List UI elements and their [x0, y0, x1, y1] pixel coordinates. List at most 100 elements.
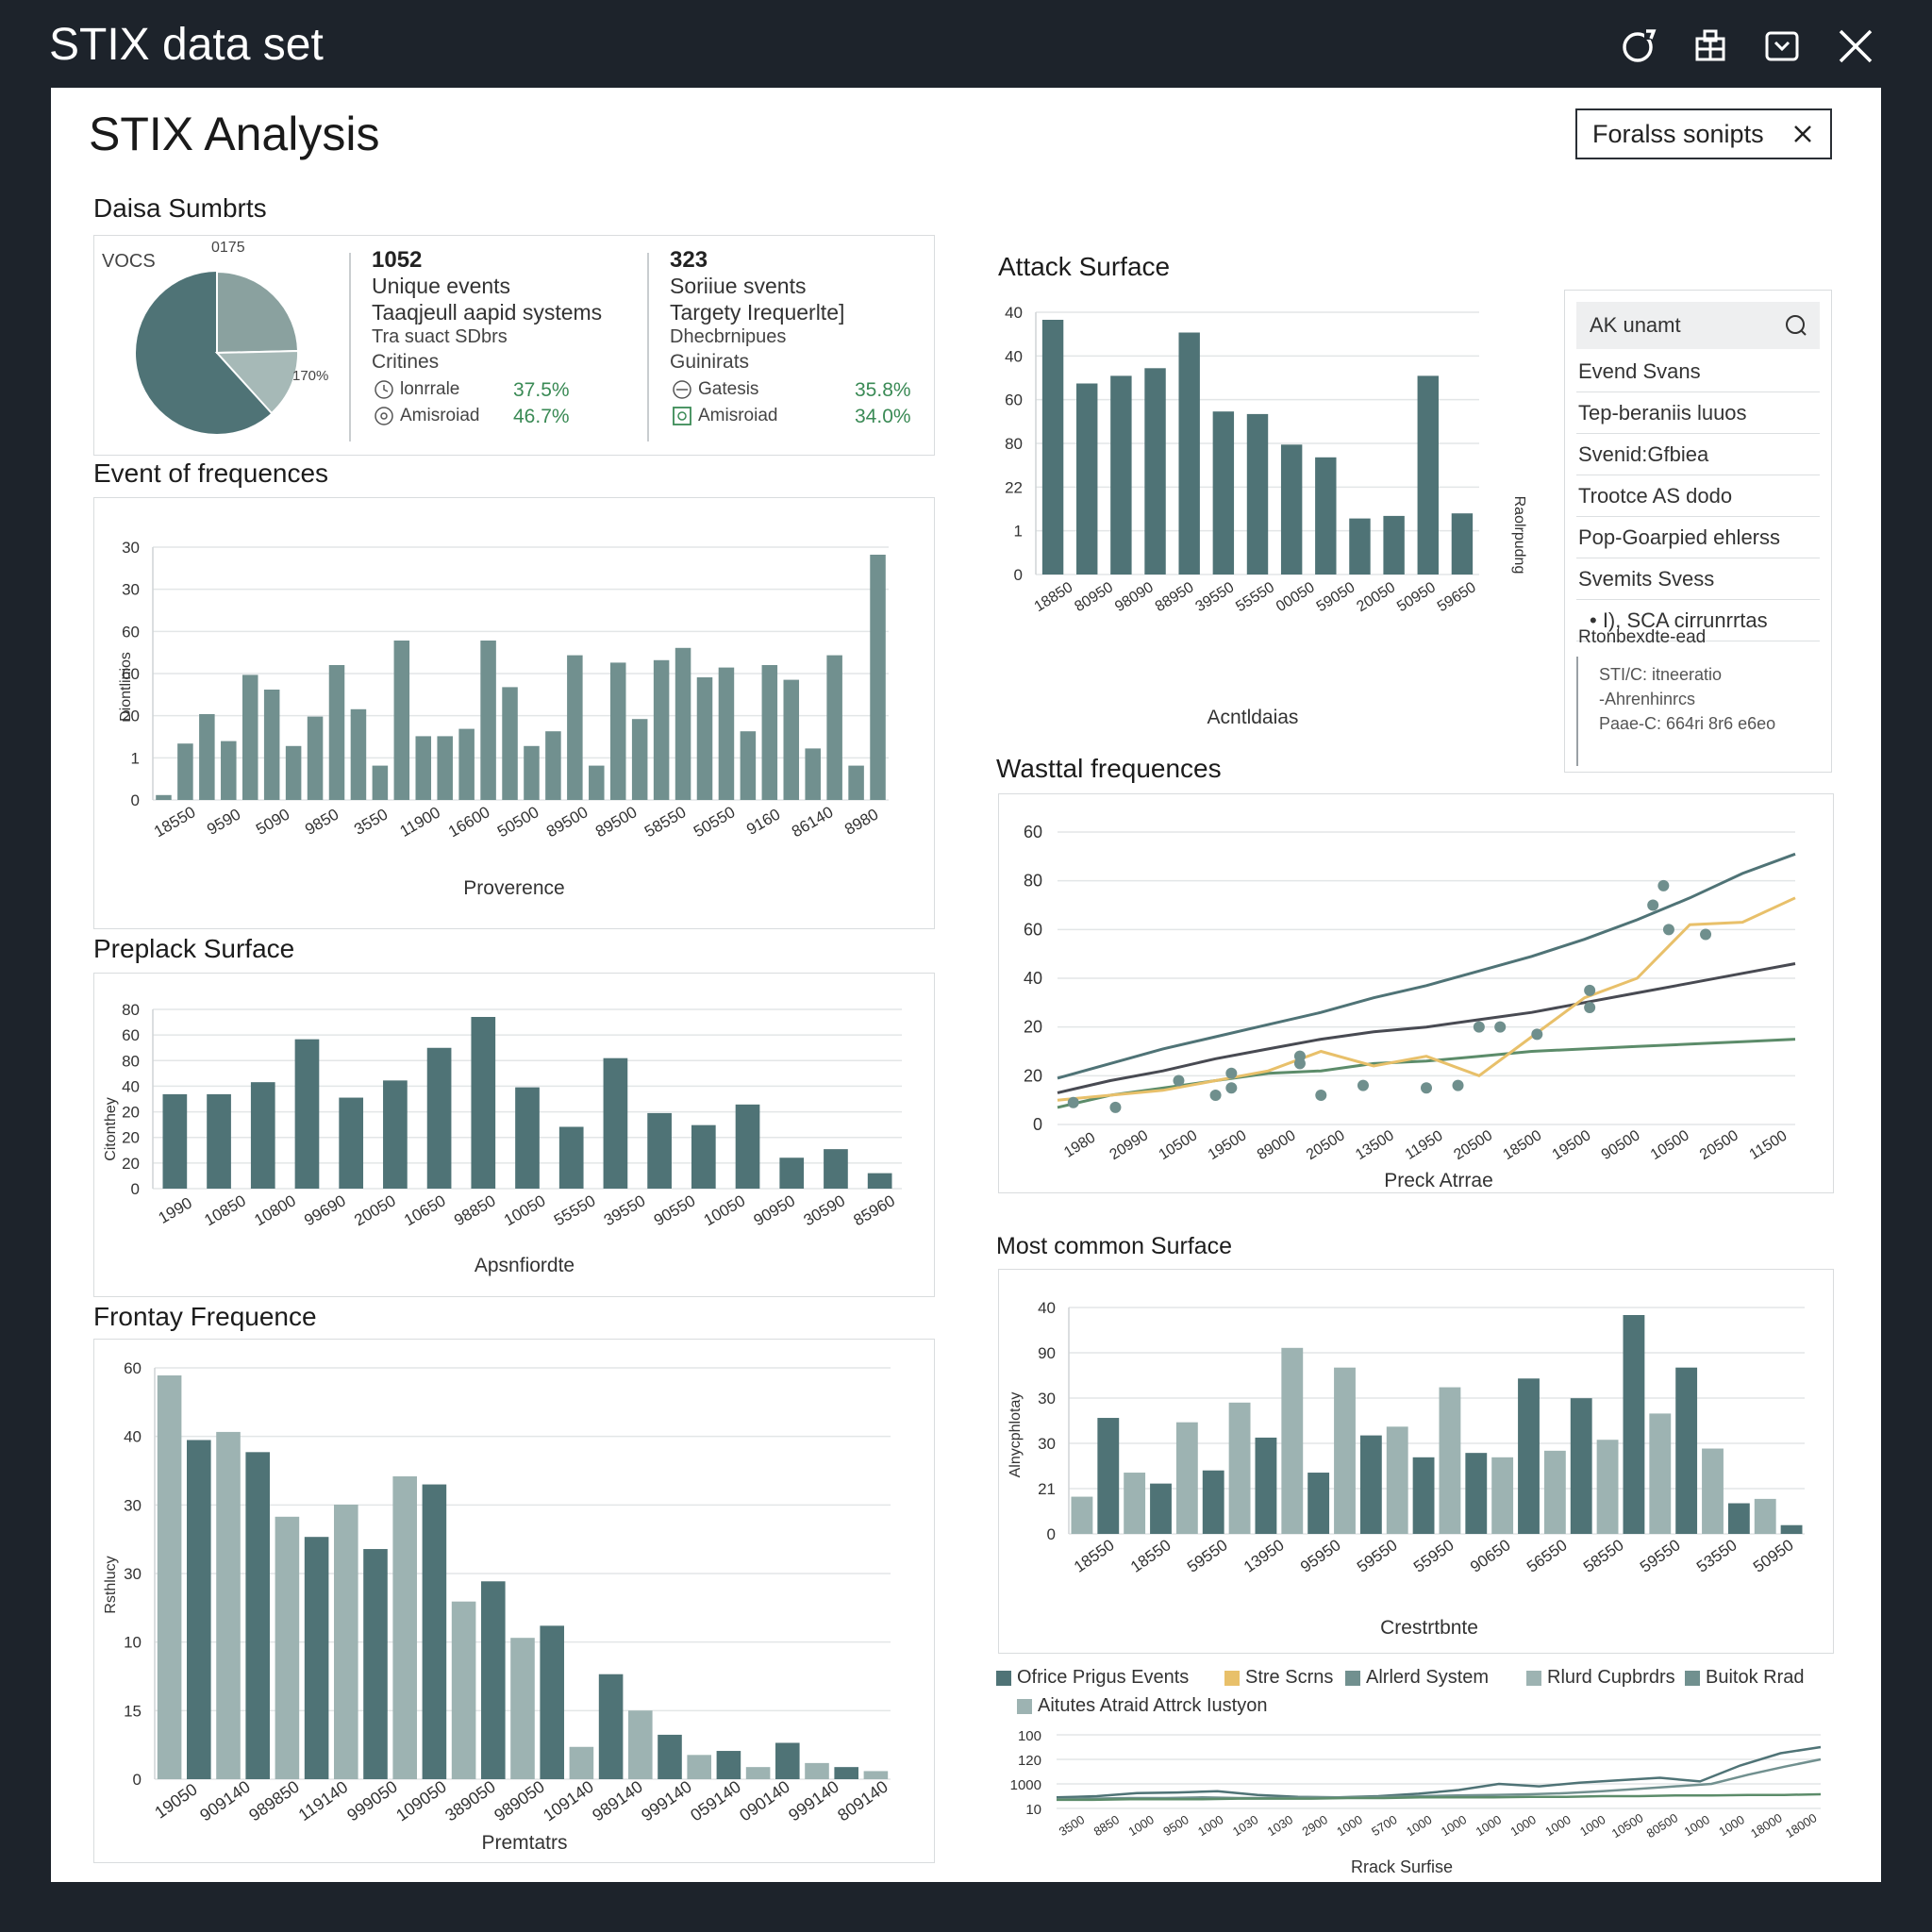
legend-item: Aitutes Atraid Attrck Iustyon [1017, 1695, 1267, 1717]
legend-swatch [1685, 1670, 1700, 1686]
scatter-point [1209, 1090, 1222, 1101]
x-tick-label: 2900 [1300, 1812, 1330, 1839]
scatter-point [1494, 1021, 1507, 1033]
x-tick-label: 55550 [551, 1191, 598, 1229]
bar [675, 647, 691, 800]
x-tick-label: 58550 [641, 803, 689, 841]
legend-label: Aitutes Atraid Attrck Iustyon [1038, 1695, 1268, 1716]
bar [515, 1087, 540, 1189]
bar [307, 716, 324, 800]
bar [157, 1375, 182, 1779]
x-tick-label: 1000 [1195, 1812, 1225, 1839]
list-item[interactable]: Tep-beraniis luuos [1576, 392, 1820, 434]
bar [458, 728, 475, 800]
bar [609, 662, 626, 800]
bar [1570, 1398, 1592, 1534]
x-tick-label: 059140 [687, 1777, 744, 1825]
series-line [1056, 1745, 1822, 1799]
y-tick-label: 0 [133, 1771, 142, 1789]
x-tick-label: 1980 [1061, 1129, 1098, 1160]
refresh-button[interactable] [1615, 23, 1662, 70]
bar [735, 1104, 760, 1189]
x-tick-label: 20500 [1697, 1127, 1741, 1163]
y-tick-label: 22 [1005, 478, 1023, 496]
x-tick-label: 909140 [196, 1777, 254, 1825]
bar [834, 1767, 858, 1779]
bar [199, 714, 215, 800]
y-tick-label: 60 [1005, 391, 1023, 409]
y-tick-label: 1 [1014, 523, 1023, 541]
search-icon[interactable] [1784, 313, 1808, 338]
bar [350, 708, 367, 800]
y-tick-label: 60 [1024, 920, 1042, 939]
y-tick-label: 20 [1024, 1066, 1042, 1085]
legend-label: Ofrice Prigus Events [1017, 1667, 1190, 1688]
x-tick-label: 89500 [592, 803, 640, 841]
bar [471, 1017, 496, 1189]
list-item[interactable]: Evend Svans [1576, 351, 1820, 392]
filter-chip[interactable]: Foralss sonipts [1575, 108, 1832, 159]
x-tick-label: 18000 [1783, 1810, 1820, 1840]
stat-2-line3: Dhecbrnipues [670, 326, 787, 347]
x-tick-label: 20500 [1451, 1127, 1495, 1163]
y-tick-label: 30 [124, 1565, 142, 1583]
x-tick-label: 98850 [451, 1191, 498, 1229]
bar [848, 765, 864, 800]
y-tick-label: 80 [122, 1001, 140, 1019]
scatter-point [1584, 984, 1596, 996]
x-tick-label: 10650 [401, 1191, 448, 1229]
x-tick-label: 18500 [1501, 1127, 1545, 1163]
bar [653, 659, 670, 800]
x-tick-label: 999140 [785, 1777, 842, 1825]
close-button[interactable] [1832, 23, 1879, 70]
scatter-point [1173, 1074, 1185, 1087]
page-title: STIX Analysis [89, 108, 380, 160]
note-line: Paae-C: 664ri 8r6 e6eo [1599, 714, 1776, 733]
bar [415, 736, 432, 800]
list-search-field[interactable]: AK unamt [1576, 302, 1820, 349]
x-tick-label: 10050 [501, 1191, 548, 1229]
list-item[interactable]: Svenid:Gfbiea [1576, 434, 1820, 475]
x-tick-label: 19500 [1206, 1127, 1250, 1163]
minimize-button[interactable] [1758, 23, 1806, 70]
x-tick-label: 10500 [1648, 1127, 1692, 1163]
list-item[interactable]: Pop-Goarpied ehlerss [1576, 517, 1820, 558]
list-item[interactable]: Rtonbexdte-ead [1576, 619, 1820, 657]
list-item[interactable]: Svemits Svess [1576, 558, 1820, 600]
y-axis-label: Rsthlucy [103, 1556, 119, 1613]
x-tick-label: 1000 [1439, 1812, 1469, 1839]
list-item[interactable]: Trootce AS dodo [1576, 475, 1820, 517]
chart-title: Preplack Surface [93, 934, 295, 963]
x-tick-label: 109050 [392, 1777, 450, 1825]
x-tick-label: 39550 [601, 1191, 648, 1229]
x-tick-label: 59550 [1637, 1536, 1684, 1576]
bar [1071, 1496, 1093, 1534]
bar [569, 1746, 594, 1779]
wasttal-frequences-card: 0 20 20 40 60 80 60 1980 20990 10500 19500 89000 205… [998, 793, 1834, 1193]
layout-button[interactable] [1687, 23, 1734, 70]
bar [1780, 1524, 1803, 1534]
frontay-frequence-chart: 0 15 10 30 30 40 60 190509091409898501191409990… [103, 1359, 891, 1854]
legend-swatch [996, 1670, 1011, 1686]
bar [1349, 518, 1371, 575]
bar [263, 690, 280, 800]
bar [156, 794, 172, 800]
clock-icon [375, 380, 393, 399]
x-tick-label: 53550 [1693, 1536, 1740, 1576]
x-tick-label: 50550 [691, 803, 738, 841]
summary-title: Daisa Sumbrts [93, 193, 267, 223]
y-tick-label: 30 [1038, 1390, 1056, 1407]
x-tick-label: 86140 [789, 803, 836, 841]
bar [1202, 1470, 1224, 1534]
scatter-point [1315, 1090, 1327, 1101]
y-tick-label: 40 [1005, 347, 1023, 365]
y-tick-label: 40 [1005, 304, 1023, 322]
x-tick-label: 88950 [1153, 579, 1197, 615]
scatter-point [1293, 1050, 1306, 1062]
filter-clear-button[interactable] [1789, 120, 1817, 148]
stat-1-line3: Tra suact SDbrs [372, 326, 508, 347]
list-search-input[interactable]: AK unamt [1590, 313, 1784, 338]
x-tick-label: 13500 [1353, 1127, 1397, 1163]
bar [187, 1440, 211, 1779]
y-tick-label: 15 [124, 1702, 142, 1720]
